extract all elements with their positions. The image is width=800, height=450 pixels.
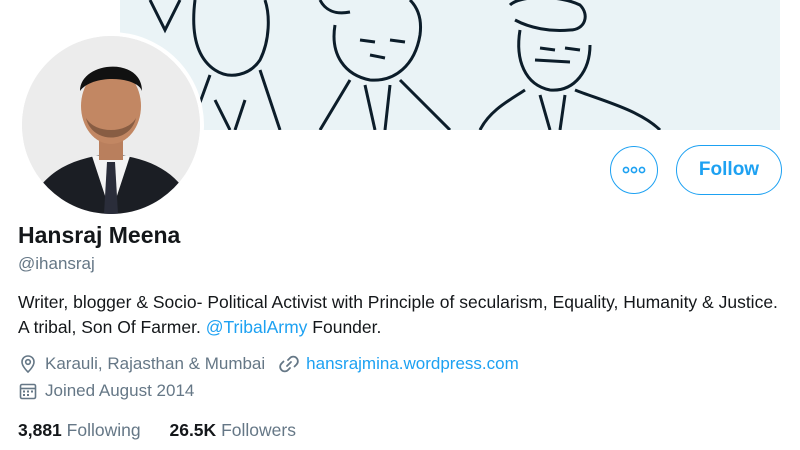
bio-suffix: Founder. (307, 317, 382, 337)
joined-text: Joined August 2014 (45, 381, 195, 400)
bio-mention-link[interactable]: @TribalArmy (206, 317, 308, 337)
profile-name: Hansraj Meena (18, 222, 181, 248)
profile-handle: @ihansraj (18, 254, 95, 273)
avatar[interactable] (22, 36, 200, 214)
banner-illustration (120, 0, 780, 130)
location-text: Karauli, Rajasthan & Mumbai (45, 354, 266, 373)
followers-count: 26.5K (169, 420, 217, 440)
profile-meta-joined: Joined August 2014 (18, 381, 194, 401)
followers-stat[interactable]: 26.5K Followers (169, 420, 295, 441)
following-label: Following (66, 420, 141, 440)
more-options-icon (622, 161, 646, 179)
link-icon (279, 354, 299, 374)
more-options-button[interactable] (610, 146, 658, 194)
profile-bio: Writer, blogger & Socio- Political Activ… (18, 290, 778, 340)
follow-button[interactable]: Follow (676, 145, 782, 195)
website-link[interactable]: hansrajmina.wordpress.com (306, 354, 519, 374)
profile-stats: 3,881 Following 26.5K Followers (18, 420, 296, 441)
calendar-icon (18, 381, 38, 401)
profile-meta-location-website: Karauli, Rajasthan & Mumbai hansrajmina.… (18, 354, 519, 374)
following-count: 3,881 (18, 420, 62, 440)
following-stat[interactable]: 3,881 Following (18, 420, 141, 441)
followers-label: Followers (221, 420, 296, 440)
location-pin-icon (18, 354, 38, 374)
bio-text: Writer, blogger & Socio- Political Activ… (18, 292, 778, 337)
